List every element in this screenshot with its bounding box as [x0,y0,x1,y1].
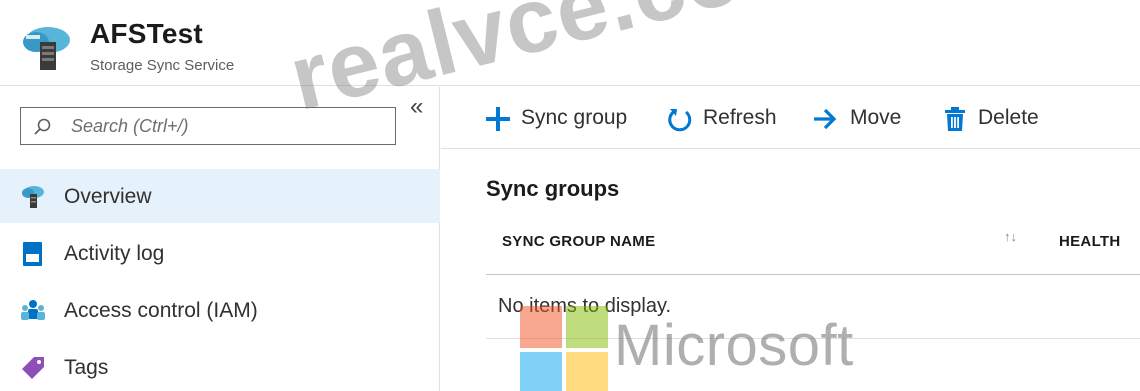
search-icon [34,118,51,135]
activity-log-icon [23,242,42,266]
delete-label: Delete [978,106,1039,129]
column-header-sync-group-name[interactable]: SYNC GROUP NAME [502,233,655,250]
tag-icon [22,357,44,379]
empty-message: No items to display. [498,295,672,317]
delete-button[interactable]: Delete [942,103,1052,135]
storage-sync-service-icon [23,27,70,70]
sidebar-item-tags[interactable]: Tags [0,340,440,391]
sidebar-item-access-control[interactable]: Access control (IAM) [0,283,440,337]
resource-header: AFSTest Storage Sync Service [0,0,1140,86]
search-input[interactable] [71,112,381,140]
empty-grid-row: No items to display. [486,275,1140,339]
sidebar-item-label: Tags [64,356,109,379]
grid-header: SYNC GROUP NAME ↑↓ HEALTH [486,219,1140,275]
refresh-icon [668,109,692,132]
search-box[interactable] [20,107,396,145]
main-content: Sync group Refresh Move Delete Sync grou… [441,87,1140,391]
left-navigation: « Overview Activity log Access control (… [0,87,440,391]
storage-sync-icon [22,186,44,208]
command-bar: Sync group Refresh Move Delete [441,87,1140,149]
sort-icon[interactable]: ↑↓ [1004,229,1017,244]
collapse-menu-button[interactable]: « [410,93,423,121]
sidebar-item-label: Activity log [64,242,165,265]
section-title: Sync groups [486,176,620,201]
trash-icon [945,107,965,131]
page-title: AFSTest [90,18,203,49]
column-header-health[interactable]: HEALTH [1059,233,1121,250]
access-control-icon [21,300,45,320]
sync-group-label: Sync group [521,106,628,129]
move-label: Move [850,106,902,129]
arrow-right-icon [814,108,837,130]
plus-icon [486,107,510,131]
sidebar-item-overview[interactable]: Overview [0,169,440,223]
refresh-button[interactable]: Refresh [667,103,782,135]
sidebar-item-label: Access control (IAM) [64,299,258,322]
sidebar-item-label: Overview [64,185,152,208]
move-button[interactable]: Move [812,103,912,135]
add-sync-group-button[interactable]: Sync group [485,103,635,135]
resource-type-subtitle: Storage Sync Service [90,57,235,74]
refresh-label: Refresh [703,106,777,129]
sidebar-item-activity-log[interactable]: Activity log [0,226,440,280]
